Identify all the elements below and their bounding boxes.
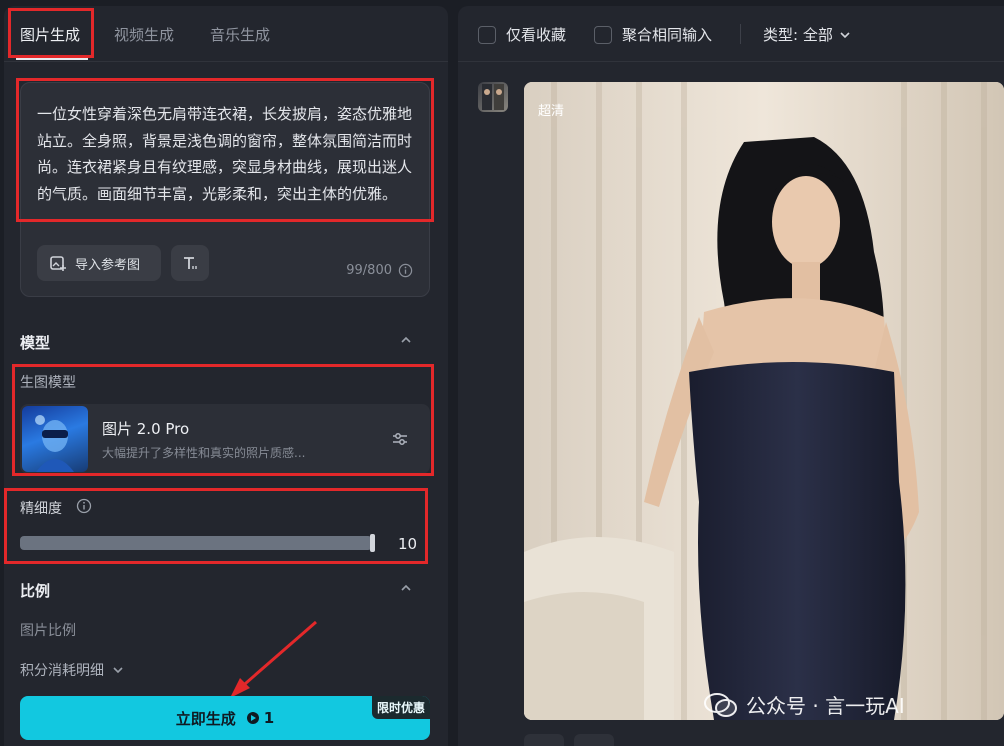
- chevron-down-icon: [113, 667, 123, 674]
- merge-inputs-checkbox[interactable]: 聚合相同输入: [594, 24, 712, 45]
- prompt-card: 一位女性穿着深色无肩带连衣裙，长发披肩，姿态优雅地站立。全身照，背景是浅色调的窗…: [20, 82, 430, 297]
- checkbox-box: [478, 25, 496, 44]
- precision-slider-track[interactable]: [20, 536, 372, 550]
- favorites-only-label: 仅看收藏: [506, 26, 567, 44]
- checkbox-box: [594, 25, 612, 44]
- model-section-title: 模型: [20, 334, 51, 352]
- text-format-icon: [184, 257, 197, 269]
- credit-icon: [246, 712, 259, 724]
- generation-panel: 图片生成 视频生成 音乐生成 一位女性穿着深色无肩带连衣裙，长发披肩，姿态优雅地…: [4, 6, 448, 746]
- tab-music-generation[interactable]: 音乐生成: [210, 24, 270, 45]
- cost-details-label: 积分消耗明细: [20, 663, 104, 679]
- tab-image-generation[interactable]: 图片生成: [20, 24, 80, 45]
- generated-image-art: [524, 82, 1004, 720]
- annotation-box-precision: [4, 488, 428, 564]
- image-action-button[interactable]: [574, 734, 614, 746]
- tab-video-generation[interactable]: 视频生成: [114, 24, 174, 45]
- cost-details-toggle[interactable]: 积分消耗明细: [20, 660, 124, 680]
- avatar-art: [482, 84, 504, 110]
- model-name: 图片 2.0 Pro: [102, 420, 190, 438]
- model-label: 生图模型: [20, 375, 76, 391]
- generate-button[interactable]: 立即生成 1 限时优惠: [20, 696, 430, 740]
- merge-inputs-label: 聚合相同输入: [622, 26, 713, 44]
- precision-value: 10: [398, 535, 418, 553]
- model-selector[interactable]: 图片 2.0 Pro 大幅提升了多样性和真实的照片质感...: [20, 404, 430, 474]
- import-reference-button[interactable]: 导入参考图: [37, 245, 161, 281]
- watermark: 公众号 · 言一玩AI: [704, 690, 905, 719]
- import-reference-label: 导入参考图: [75, 257, 141, 273]
- char-counter: 99/800: [346, 263, 413, 278]
- hd-badge: 超清: [538, 104, 565, 119]
- type-filter-label: 类型: 全部: [763, 26, 833, 44]
- ratio-label: 图片比例: [20, 623, 76, 639]
- favorites-only-checkbox[interactable]: 仅看收藏: [478, 24, 566, 45]
- results-panel: 仅看收藏 聚合相同输入 类型: 全部 超清 公众号 · 言一玩AI: [458, 6, 1004, 746]
- precision-slider-handle[interactable]: [370, 534, 375, 552]
- credit-cost: 1: [246, 709, 274, 727]
- char-counter-text: 99/800: [346, 263, 392, 278]
- ratio-section-title: 比例: [20, 582, 51, 600]
- image-action-button[interactable]: [524, 734, 564, 746]
- image-add-icon: [50, 256, 66, 271]
- chevron-down-icon: [840, 31, 850, 38]
- wechat-icon: [704, 692, 737, 717]
- model-thumbnail-art: [35, 415, 74, 472]
- active-tab-indicator: [16, 58, 88, 60]
- toolbar-divider: [740, 24, 741, 44]
- sliders-icon[interactable]: [390, 429, 410, 449]
- mode-tabs: 图片生成 视频生成 音乐生成: [4, 6, 448, 62]
- chevron-up-icon[interactable]: [400, 582, 412, 594]
- precision-label: 精细度: [20, 498, 62, 518]
- type-filter-dropdown[interactable]: 类型: 全部: [763, 24, 851, 45]
- info-icon[interactable]: [398, 263, 413, 278]
- results-toolbar: 仅看收藏 聚合相同输入 类型: 全部: [458, 6, 1004, 62]
- chevron-up-icon[interactable]: [400, 334, 412, 346]
- generate-label: 立即生成: [175, 709, 236, 728]
- info-icon[interactable]: [76, 498, 92, 514]
- credit-count: 1: [263, 709, 275, 727]
- prompt-avatar[interactable]: [478, 82, 508, 112]
- watermark-text: 公众号 · 言一玩AI: [746, 694, 905, 718]
- prompt-input[interactable]: 一位女性穿着深色无肩带连衣裙，长发披肩，姿态优雅地站立。全身照，背景是浅色调的窗…: [37, 101, 417, 207]
- model-description: 大幅提升了多样性和真实的照片质感...: [102, 446, 306, 460]
- precision-label-text: 精细度: [20, 501, 62, 517]
- model-thumbnail: [22, 406, 88, 472]
- app-root: 图片生成 视频生成 音乐生成 一位女性穿着深色无肩带连衣裙，长发披肩，姿态优雅地…: [0, 0, 1004, 746]
- annotation-arrow: [230, 620, 317, 698]
- text-style-button[interactable]: [171, 245, 209, 281]
- promo-badge: 限时优惠: [371, 696, 430, 719]
- generated-image[interactable]: 超清 公众号 · 言一玩AI: [524, 82, 1004, 720]
